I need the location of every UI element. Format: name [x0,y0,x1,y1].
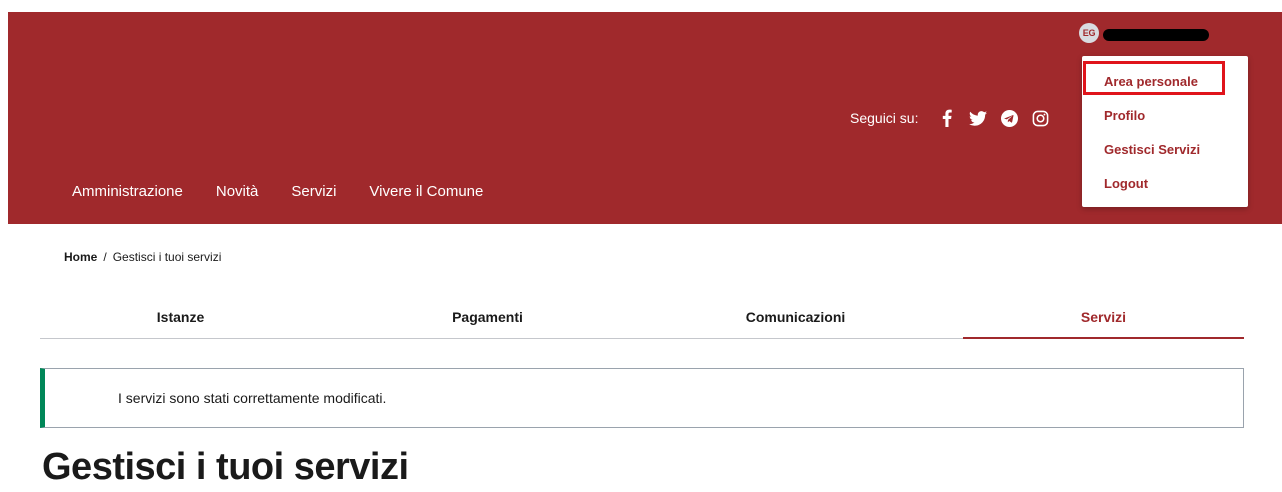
page-title: Gestisci i tuoi servizi [42,446,409,488]
breadcrumb-home[interactable]: Home [64,250,97,264]
main-nav: Amministrazione Novità Servizi Vivere il… [72,183,516,200]
nav-item-servizi[interactable]: Servizi [291,183,336,200]
services-tabs: Istanze Pagamenti Comunicazioni Servizi [40,298,1244,339]
breadcrumb-current: Gestisci i tuoi servizi [112,250,222,264]
twitter-icon[interactable] [969,109,988,127]
telegram-icon[interactable] [1000,109,1018,127]
menu-item-profilo[interactable]: Profilo [1104,108,1145,123]
social-label: Seguici su: [850,110,919,126]
user-avatar[interactable]: EG [1079,23,1099,43]
tab-comunicazioni[interactable]: Comunicazioni [655,298,936,338]
tab-istanze[interactable]: Istanze [40,298,321,338]
menu-item-gestisci-servizi[interactable]: Gestisci Servizi [1104,142,1200,157]
success-alert: I servizi sono stati correttamente modif… [40,368,1244,428]
social-links: Seguici su: [850,103,1062,133]
menu-item-area-personale[interactable]: Area personale [1104,74,1198,89]
nav-item-vivere-il-comune[interactable]: Vivere il Comune [369,183,483,200]
tab-pagamenti[interactable]: Pagamenti [347,298,628,338]
instagram-icon[interactable] [1031,109,1049,127]
user-name-redacted[interactable] [1103,29,1209,41]
breadcrumb-separator: / [103,250,107,264]
breadcrumb: Home / Gestisci i tuoi servizi [64,250,221,264]
tab-servizi[interactable]: Servizi [963,298,1244,339]
menu-item-logout[interactable]: Logout [1104,176,1148,191]
nav-item-amministrazione[interactable]: Amministrazione [72,183,183,200]
nav-item-novita[interactable]: Novità [216,183,259,200]
user-menu-dropdown: Area personale Profilo Gestisci Servizi … [1082,56,1248,207]
alert-message: I servizi sono stati correttamente modif… [118,390,387,406]
facebook-icon[interactable] [938,109,956,127]
